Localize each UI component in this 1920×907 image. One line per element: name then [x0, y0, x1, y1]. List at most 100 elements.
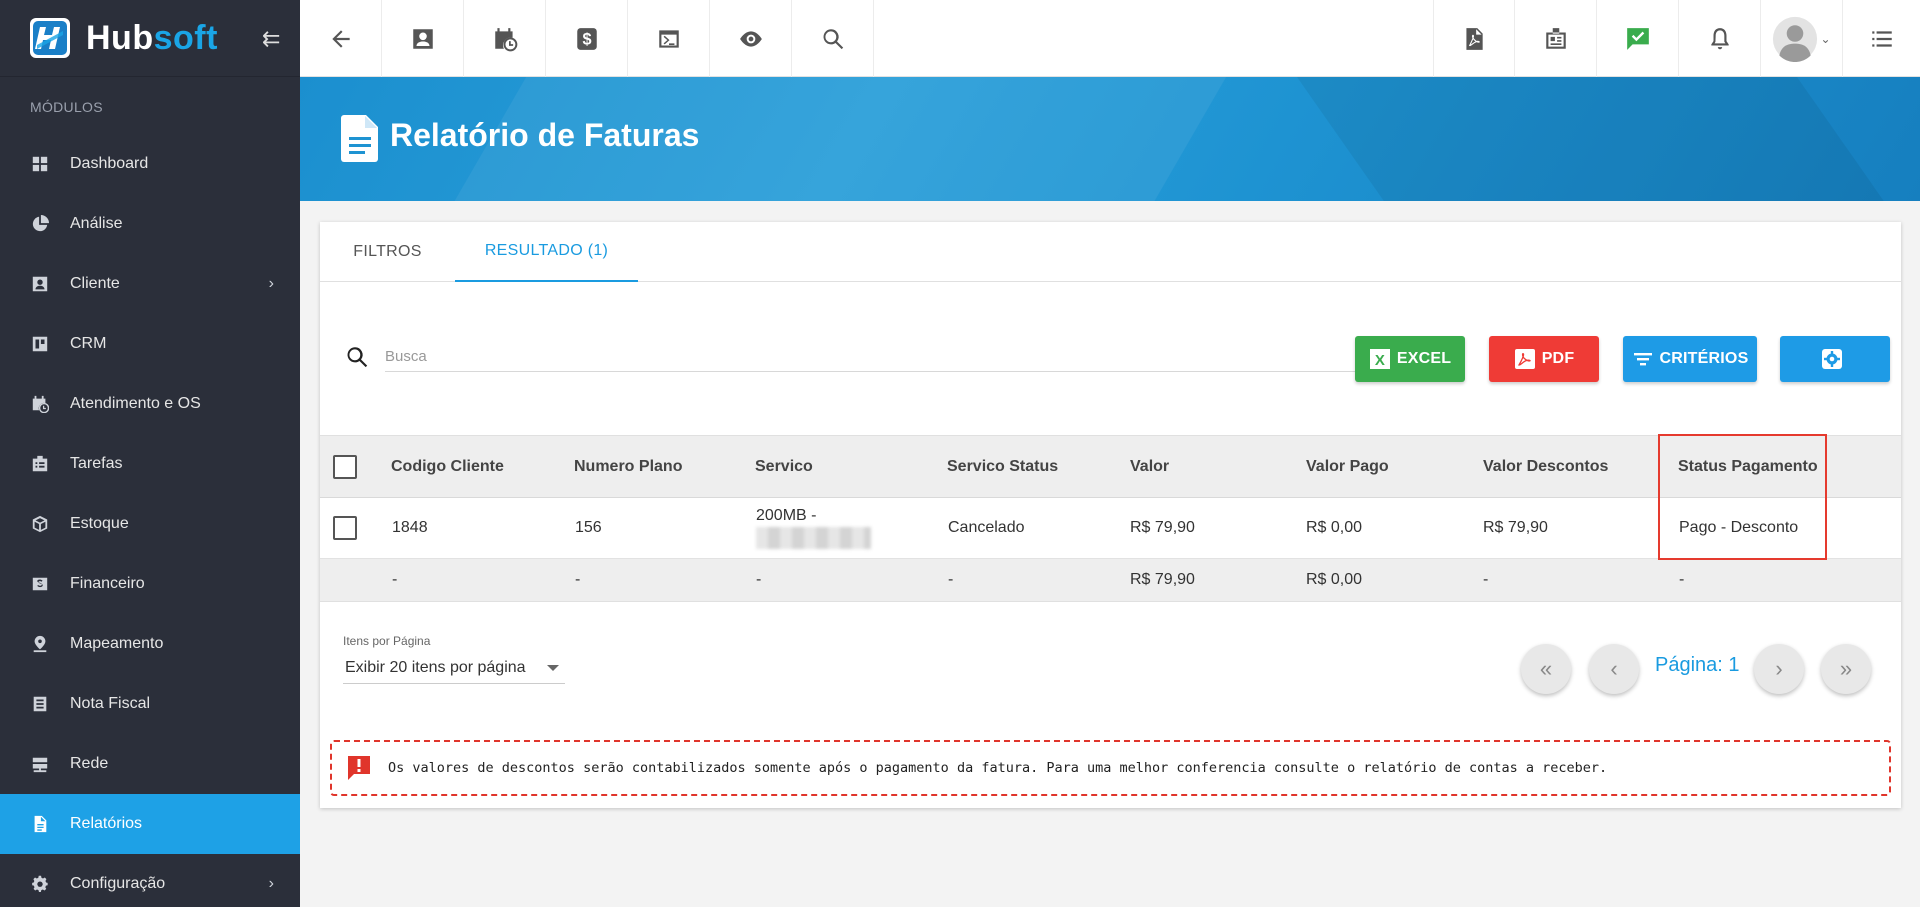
gear-icon — [30, 874, 50, 894]
sidebar-item-label: Análise — [70, 215, 123, 232]
id-badge-icon — [1545, 27, 1566, 49]
items-per-page-select[interactable]: Exibir 20 itens por página — [343, 652, 565, 684]
sidebar-item-analise[interactable]: Análise — [0, 194, 300, 254]
table-row[interactable]: 1848 156 200MB - Cancelado R$ 79,90 R$ 0… — [320, 498, 1901, 559]
sidebar-item-rede[interactable]: Rede — [0, 734, 300, 794]
eye-icon — [739, 30, 762, 47]
column-header-valor-pago[interactable]: Valor Pago — [1306, 436, 1389, 497]
total-servico-status: - — [948, 571, 954, 588]
search-input[interactable] — [385, 342, 1390, 372]
redacted-text — [756, 527, 871, 549]
discount-warning-alert: Os valores de descontos serão contabiliz… — [330, 740, 1891, 796]
schedule-button[interactable] — [464, 0, 546, 77]
first-page-button[interactable]: « — [1521, 644, 1571, 694]
brand[interactable]: Hubsoft ⇇ — [0, 0, 300, 77]
previous-page-button[interactable]: ‹ — [1589, 644, 1639, 694]
finance-button[interactable]: $ — [546, 0, 628, 77]
server-icon — [30, 754, 50, 774]
sidebar-item-label: Relatórios — [70, 815, 143, 832]
cell-codigo-cliente: 1848 — [392, 519, 428, 536]
messages-button[interactable] — [1597, 0, 1679, 77]
tab-resultado[interactable]: RESULTADO (1) — [455, 222, 638, 282]
alert-text: Os valores de descontos serão contabiliz… — [388, 760, 1608, 776]
page-header: Relatório de Faturas — [300, 77, 1920, 201]
sidebar-item-label: Tarefas — [70, 455, 123, 472]
chevron-right-icon: › — [268, 275, 274, 292]
search-button[interactable] — [792, 0, 874, 77]
double-chevron-left-icon: « — [1539, 656, 1553, 681]
excel-icon: X — [1369, 349, 1390, 369]
sidebar-item-label: Cliente — [70, 275, 120, 292]
column-header-servico[interactable]: Servico — [755, 436, 813, 497]
select-all-checkbox[interactable] — [333, 455, 357, 479]
row-checkbox[interactable] — [333, 516, 357, 540]
report-document-icon — [341, 115, 378, 162]
cell-servico: 200MB - — [756, 498, 871, 558]
arrow-left-icon — [331, 29, 350, 48]
sidebar-item-financeiro[interactable]: Financeiro — [0, 554, 300, 614]
total-numero-plano: - — [575, 571, 581, 588]
column-header-status-pagamento[interactable]: Status Pagamento — [1678, 436, 1818, 497]
export-pdf-button[interactable]: PDF — [1489, 336, 1599, 382]
badge-button[interactable] — [1515, 0, 1597, 77]
invoice-icon — [30, 694, 50, 714]
column-header-servico-status[interactable]: Servico Status — [947, 436, 1058, 497]
pdf-icon — [1514, 349, 1535, 369]
cell-status-pagamento: Pago - Desconto — [1679, 519, 1799, 536]
menu-button[interactable] — [1843, 0, 1920, 77]
sidebar-item-atendimento[interactable]: Atendimento e OS — [0, 374, 300, 434]
chevron-down-icon: ⌄ — [1820, 31, 1831, 46]
dashboard-icon — [30, 154, 50, 174]
money-icon: $ — [576, 27, 597, 50]
column-header-valor-descontos[interactable]: Valor Descontos — [1483, 436, 1608, 497]
cell-valor-descontos: R$ 79,90 — [1483, 519, 1548, 536]
sidebar-item-cliente[interactable]: Cliente › — [0, 254, 300, 314]
sidebar-item-mapeamento[interactable]: Mapeamento — [0, 614, 300, 674]
cell-numero-plano: 156 — [575, 519, 602, 536]
list-menu-icon — [1871, 30, 1892, 47]
tab-filtros[interactable]: FILTROS — [320, 222, 455, 282]
sidebar-item-estoque[interactable]: Estoque — [0, 494, 300, 554]
export-excel-button[interactable]: X EXCEL — [1355, 336, 1465, 382]
hubsoft-logo-icon — [30, 18, 70, 58]
view-button[interactable] — [710, 0, 792, 77]
brand-name: Hubsoft — [86, 18, 218, 57]
tasks-icon — [30, 454, 50, 474]
sidebar-item-dashboard[interactable]: Dashboard — [0, 134, 300, 194]
svg-text:$: $ — [582, 30, 591, 48]
cell-valor: R$ 79,90 — [1130, 519, 1195, 536]
collapse-sidebar-icon[interactable]: ⇇ — [262, 26, 280, 52]
bell-icon — [1710, 27, 1729, 49]
table-totals-row: - - - - R$ 79,90 R$ 0,00 - - — [320, 559, 1901, 602]
column-header-numero-plano[interactable]: Numero Plano — [574, 436, 682, 497]
contact-button[interactable] — [382, 0, 464, 77]
total-status-pagamento: - — [1679, 571, 1685, 588]
last-page-button[interactable]: » — [1821, 644, 1871, 694]
sidebar-item-nota-fiscal[interactable]: Nota Fiscal — [0, 674, 300, 734]
back-button[interactable] — [300, 0, 382, 77]
column-header-codigo-cliente[interactable]: Codigo Cliente — [391, 436, 504, 497]
sidebar-item-configuracao[interactable]: Configuração › — [0, 854, 300, 907]
criteria-button[interactable]: CRITÉRIOS — [1623, 336, 1757, 382]
sidebar-item-label: Mapeamento — [70, 635, 164, 652]
crm-board-icon — [30, 334, 50, 354]
sidebar-item-tarefas[interactable]: Tarefas — [0, 434, 300, 494]
settings-button[interactable] — [1780, 336, 1890, 382]
sidebar-item-label: Dashboard — [70, 155, 149, 172]
pdf-document-button[interactable] — [1433, 0, 1515, 77]
column-header-valor[interactable]: Valor — [1130, 436, 1169, 497]
next-page-button[interactable]: › — [1754, 644, 1804, 694]
map-pin-icon — [30, 634, 50, 654]
dropdown-caret-icon — [547, 665, 559, 671]
svg-text:X: X — [1375, 352, 1385, 369]
search-icon — [347, 347, 368, 368]
notifications-button[interactable] — [1679, 0, 1761, 77]
chevron-right-icon: › — [268, 875, 274, 892]
items-per-page-value: Exibir 20 itens por página — [345, 658, 526, 676]
user-menu[interactable]: ⌄ — [1761, 0, 1843, 77]
search-icon — [823, 28, 843, 49]
sidebar-item-crm[interactable]: CRM — [0, 314, 300, 374]
contact-card-icon — [30, 274, 50, 294]
sidebar-item-relatorios[interactable]: Relatórios — [0, 794, 300, 854]
terminal-button[interactable] — [628, 0, 710, 77]
